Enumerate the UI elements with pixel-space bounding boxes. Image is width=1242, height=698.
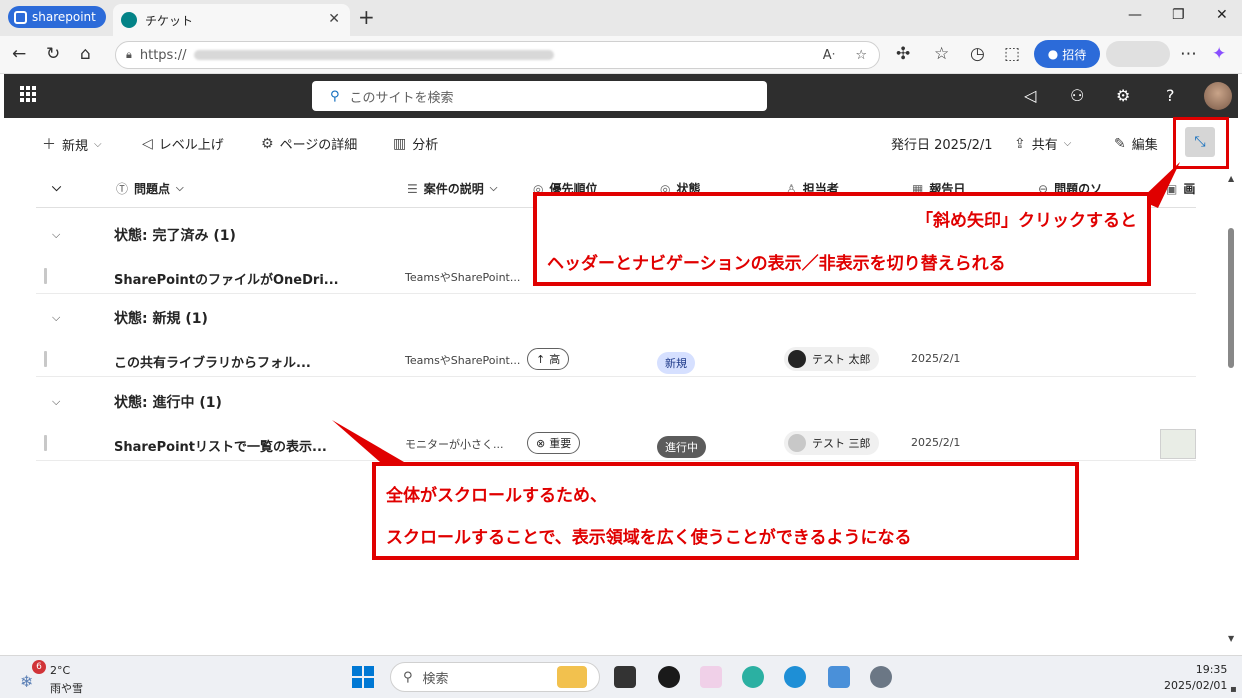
clock-time: 19:35: [1195, 663, 1228, 676]
windows-start-icon[interactable]: [352, 666, 374, 688]
annotation-callout-top: 「斜め矢印」クリックすると ヘッダーとナビゲーションの表示／非表示を切り替えられ…: [533, 192, 1151, 286]
scrollbar-thumb[interactable]: [1228, 228, 1234, 368]
taskbar-search[interactable]: ⚲ 検索: [390, 662, 600, 692]
temperature: 2°C: [50, 664, 71, 677]
scroll-up-icon[interactable]: ▲: [1228, 174, 1234, 183]
callout-text: 「斜め矢印」クリックすると: [916, 211, 1137, 231]
weather-badge: 6: [32, 660, 46, 674]
app-icon-notes[interactable]: [700, 666, 722, 688]
taskbar-search-label: 検索: [422, 671, 449, 687]
app-icon-obs[interactable]: [658, 666, 680, 688]
edge-profile-icon[interactable]: [784, 666, 806, 688]
callout-text: ヘッダーとナビゲーションの表示／非表示を切り替えられる: [547, 254, 1006, 274]
scroll-down-icon[interactable]: ▼: [1228, 634, 1234, 643]
callout-pointers: [332, 162, 1180, 462]
snow-icon: ❄: [20, 672, 34, 691]
photos-icon[interactable]: [828, 666, 850, 688]
edge-icon[interactable]: [742, 666, 764, 688]
windows-taskbar: 6 ❄ 2°C 雨や雪 ⚲ 検索 19:35 2025/02/01 ▪: [0, 655, 1242, 698]
search-highlight-icon: [557, 666, 587, 688]
weather-text: 雨や雪: [50, 682, 83, 695]
callout-text: スクロールすることで、表示領域を広く使うことができるようになる: [386, 528, 912, 548]
notification-icon[interactable]: ▪: [1230, 684, 1237, 695]
settings-app-icon[interactable]: [870, 666, 892, 688]
clock-date: 2025/02/01: [1164, 679, 1228, 692]
taskbar-clock[interactable]: 19:35 2025/02/01: [1164, 662, 1227, 694]
annotation-callout-bottom: 全体がスクロールするため、 スクロールすることで、表示領域を広く使うことができる…: [372, 462, 1079, 560]
callout-text: 全体がスクロールするため、: [386, 486, 607, 506]
bottom-callout-pointer: [332, 420, 404, 462]
search-icon: ⚲: [403, 669, 413, 685]
task-view-icon[interactable]: [614, 666, 636, 688]
